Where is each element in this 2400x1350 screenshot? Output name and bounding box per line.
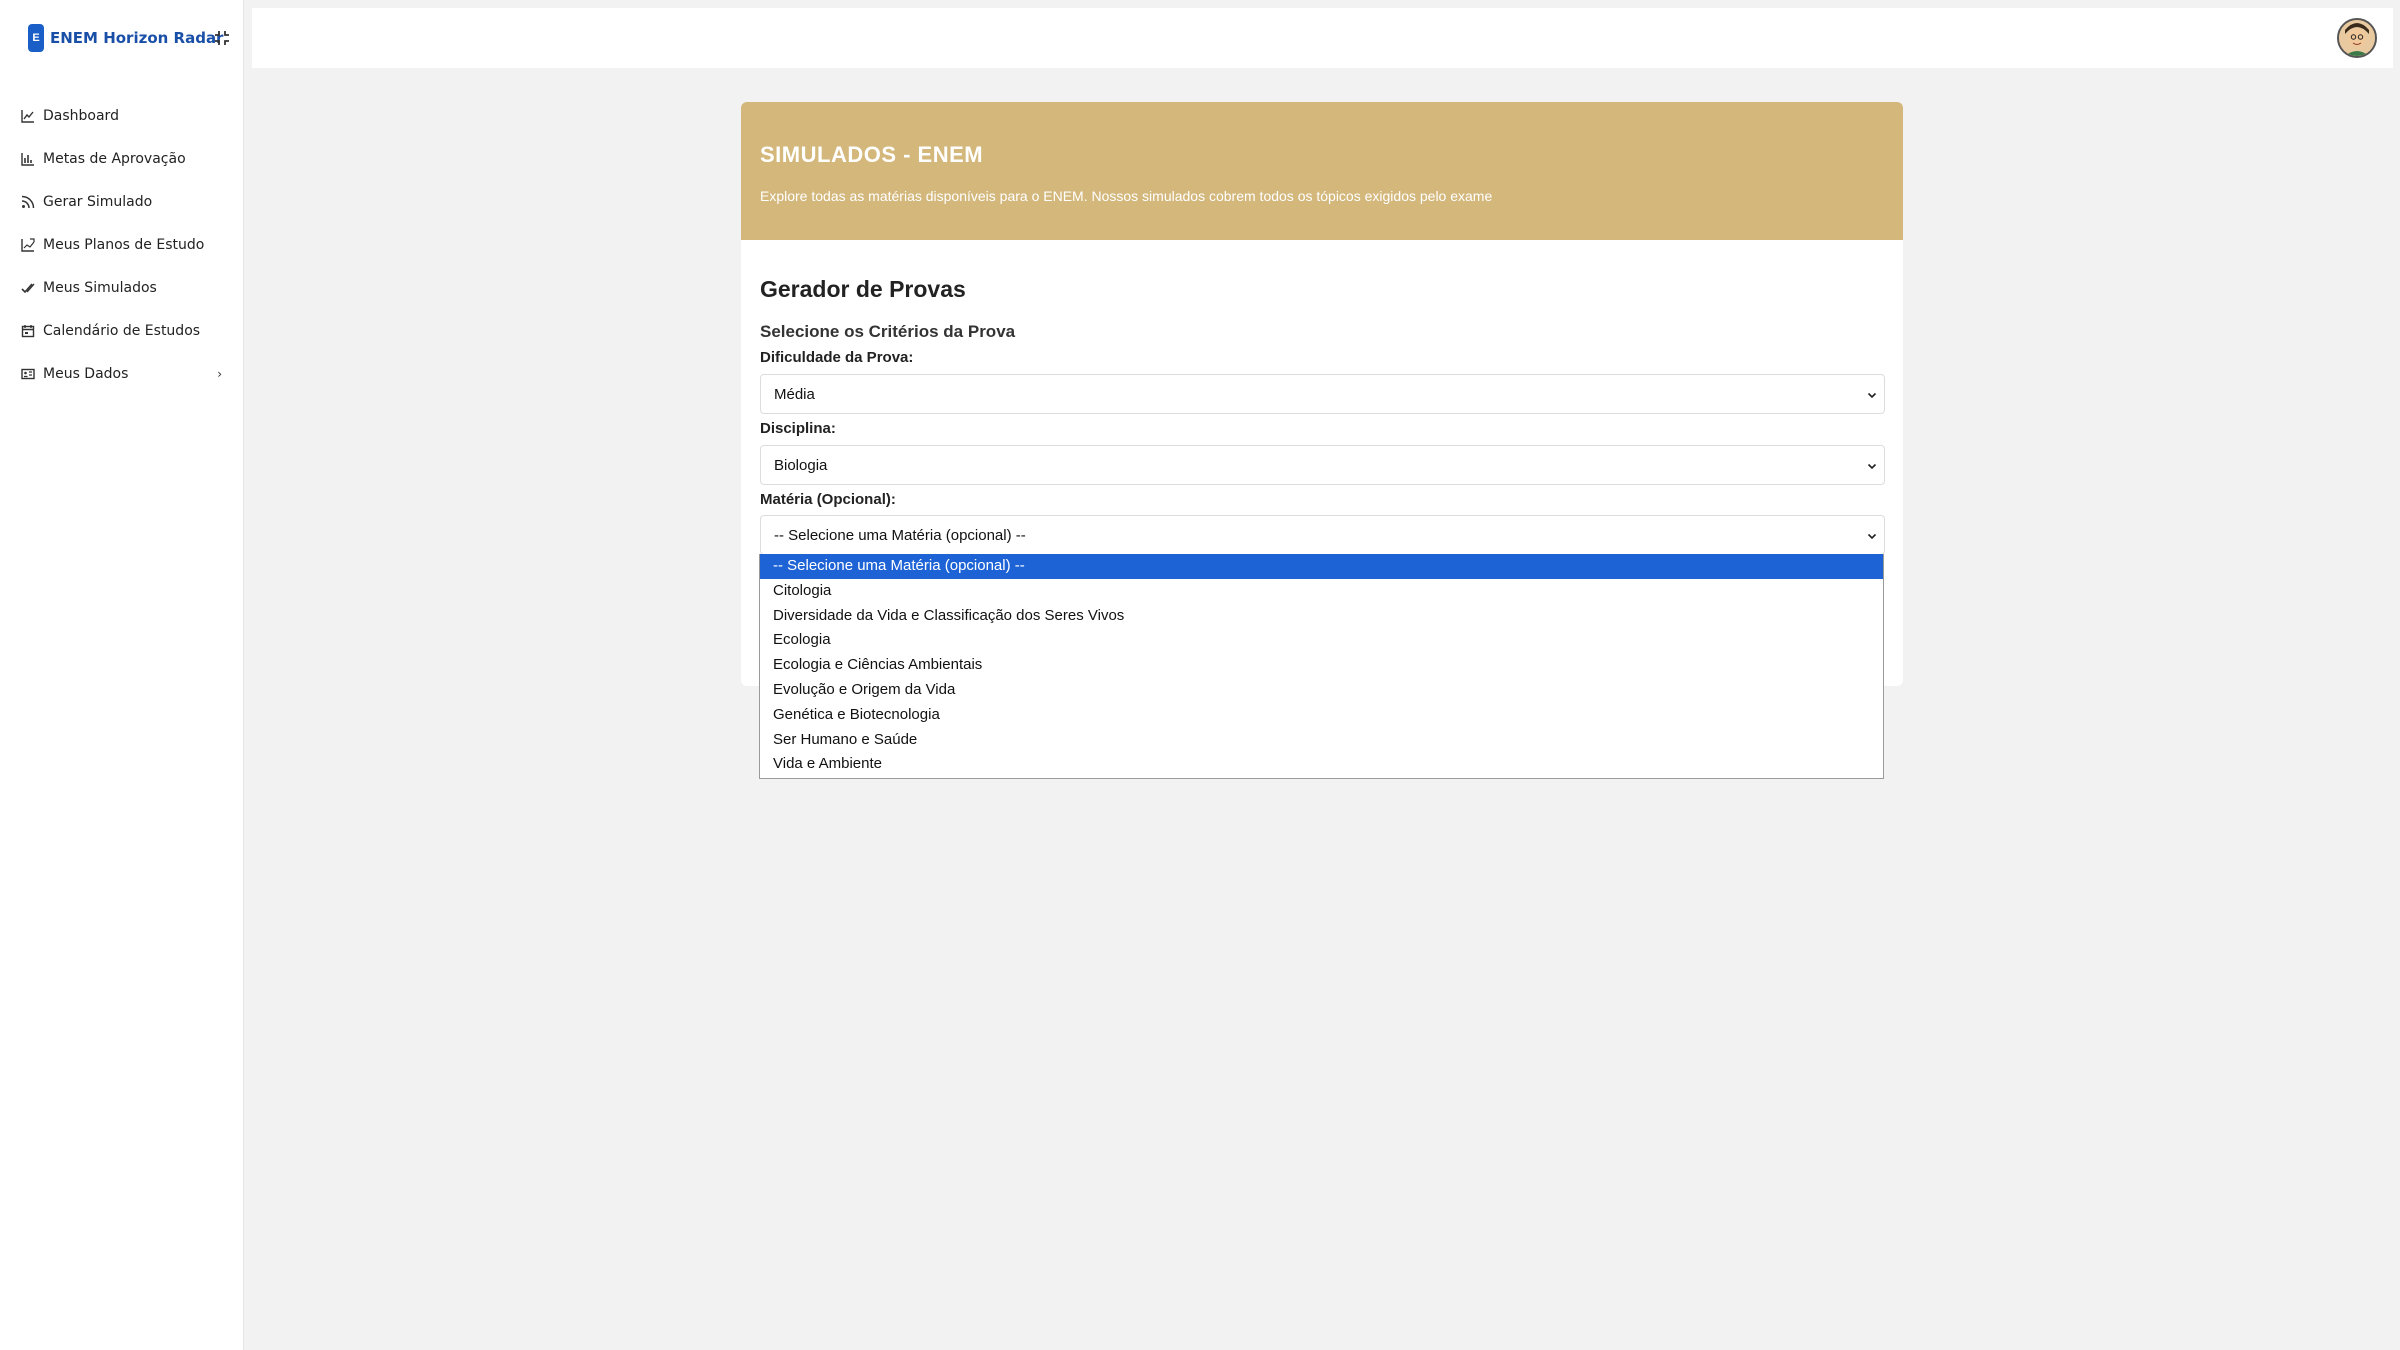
- bar-chart-icon: [20, 151, 36, 167]
- subject-label: Matéria (Opcional):: [760, 491, 896, 508]
- chart-grid-icon: [20, 237, 36, 253]
- collapse-sidebar-icon[interactable]: [212, 28, 232, 48]
- discipline-value: Biologia: [774, 456, 828, 474]
- panel-subtitle: Selecione os Critérios da Prova: [760, 322, 1016, 341]
- difficulty-label: Dificuldade da Prova:: [760, 349, 914, 366]
- id-card-icon: [20, 366, 36, 382]
- topbar: [252, 8, 2393, 68]
- subject-select[interactable]: -- Selecione uma Matéria (opcional) --: [760, 515, 1885, 555]
- sidebar-item-planos[interactable]: Meus Planos de Estudo: [20, 223, 226, 266]
- chart-line-icon: [20, 108, 36, 124]
- hero-title: SIMULADOS - ENEM: [760, 142, 984, 167]
- subject-dropdown-list: -- Selecione uma Matéria (opcional) -- C…: [759, 554, 1884, 779]
- hero-subtitle: Explore todas as matérias disponíveis pa…: [760, 188, 1493, 204]
- sidebar-item-meus-dados[interactable]: Meus Dados ›: [20, 352, 226, 395]
- discipline-select[interactable]: Biologia: [760, 445, 1885, 485]
- sidebar-item-label: Metas de Aprovação: [43, 150, 186, 167]
- chevron-down-icon: [1866, 388, 1878, 400]
- rss-icon: [20, 194, 36, 210]
- dropdown-option[interactable]: Ecologia: [760, 628, 1883, 653]
- simulados-hero-banner: SIMULADOS - ENEM Explore todas as matéri…: [741, 102, 1903, 240]
- chevron-down-icon: [1866, 459, 1878, 471]
- difficulty-value: Média: [774, 385, 815, 403]
- difficulty-select[interactable]: Média: [760, 374, 1885, 414]
- dropdown-option[interactable]: Ecologia e Ciências Ambientais: [760, 653, 1883, 678]
- double-check-icon: [20, 280, 36, 296]
- sidebar-item-meus-simulados[interactable]: Meus Simulados: [20, 266, 226, 309]
- user-avatar[interactable]: [2337, 18, 2377, 58]
- sidebar-item-gerar-simulado[interactable]: Gerar Simulado: [20, 180, 226, 223]
- sidebar-item-label: Gerar Simulado: [43, 193, 153, 210]
- sidebar-item-label: Dashboard: [43, 107, 119, 124]
- sidebar-item-metas[interactable]: Metas de Aprovação: [20, 137, 226, 180]
- dropdown-option[interactable]: Genética e Biotecnologia: [760, 703, 1883, 728]
- brand-name: ENEM Horizon Radar: [50, 29, 224, 47]
- brand-logo[interactable]: E ENEM Horizon Radar: [28, 24, 223, 52]
- sidebar-nav: Dashboard Metas de Aprovação Gerar Simul…: [20, 94, 226, 395]
- sidebar-item-label: Meus Simulados: [43, 279, 157, 296]
- sidebar-item-label: Meus Dados: [43, 365, 129, 382]
- subject-value: -- Selecione uma Matéria (opcional) --: [774, 526, 1026, 544]
- sidebar-item-dashboard[interactable]: Dashboard: [20, 94, 226, 137]
- sidebar: E ENEM Horizon Radar Dashboard Metas de …: [0, 0, 244, 1350]
- dropdown-option[interactable]: Ser Humano e Saúde: [760, 728, 1883, 753]
- sidebar-item-label: Calendário de Estudos: [43, 322, 201, 339]
- sidebar-item-calendario[interactable]: Calendário de Estudos: [20, 309, 226, 352]
- dropdown-option[interactable]: -- Selecione uma Matéria (opcional) --: [760, 554, 1883, 579]
- dropdown-option[interactable]: Vida e Ambiente: [760, 752, 1883, 777]
- dropdown-option[interactable]: Diversidade da Vida e Classificação dos …: [760, 604, 1883, 629]
- calendar-icon: [20, 323, 36, 339]
- chevron-right-icon: ›: [217, 366, 222, 381]
- dropdown-option[interactable]: Citologia: [760, 579, 1883, 604]
- sidebar-item-label: Meus Planos de Estudo: [43, 236, 205, 253]
- dropdown-option[interactable]: Evolução e Origem da Vida: [760, 678, 1883, 703]
- panel-title: Gerador de Provas: [760, 276, 966, 302]
- brand-badge: E: [28, 24, 44, 52]
- chevron-down-icon: [1866, 529, 1878, 541]
- discipline-label: Disciplina:: [760, 420, 836, 437]
